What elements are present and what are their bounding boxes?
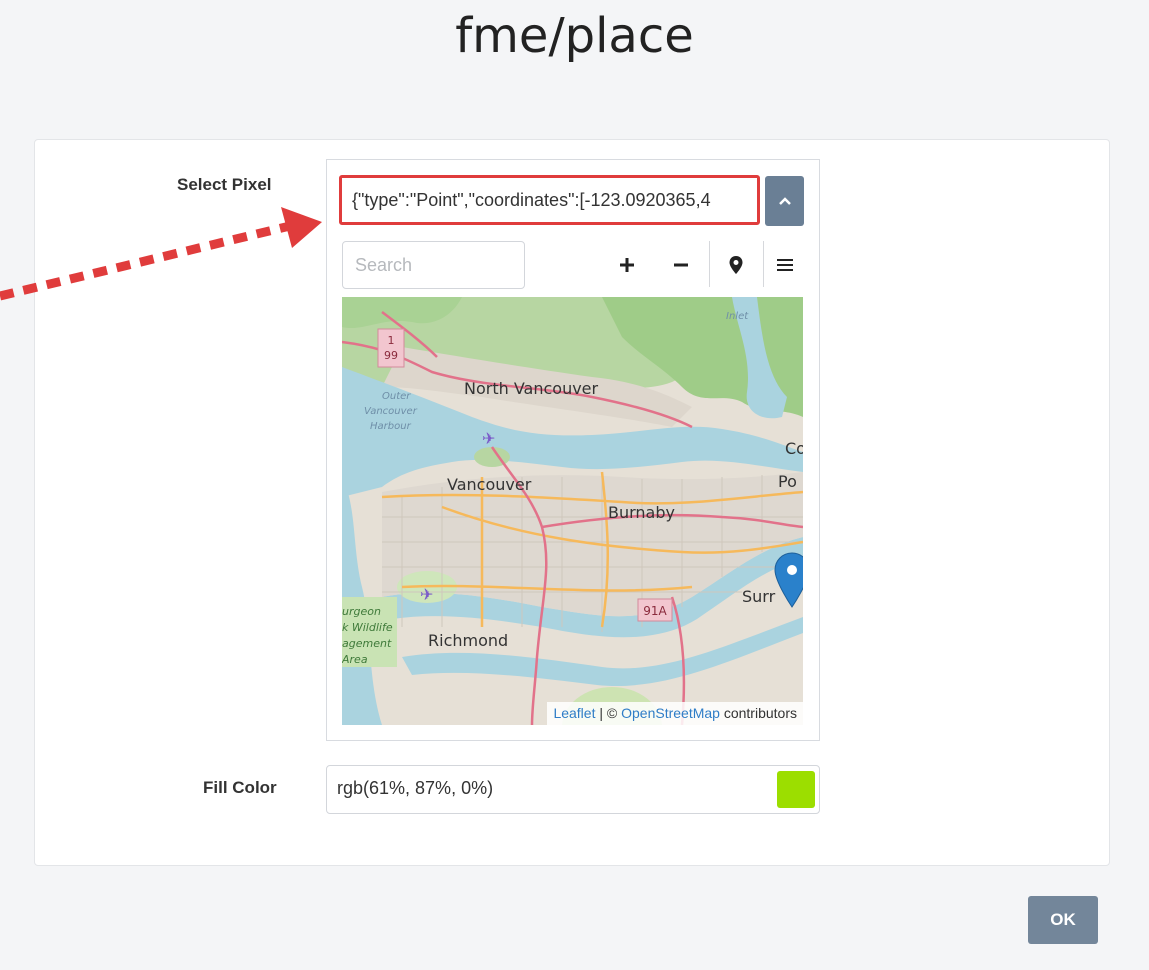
toolbar-divider — [709, 241, 710, 287]
leaflet-link[interactable]: Leaflet — [553, 705, 595, 721]
map-label: North Vancouver — [464, 379, 599, 398]
fill-color-value: rgb(61%, 87%, 0%) — [337, 778, 494, 798]
attribution-contributors: contributors — [719, 705, 797, 721]
zoom-out-button[interactable] — [665, 243, 697, 287]
map-label: Co — [785, 439, 803, 458]
highway-shield-text: 91A — [643, 604, 667, 618]
map-label: urgeon — [342, 605, 381, 618]
map-canvas: ✈ ✈ 1 99 91A North Vancouver Vancouver B… — [342, 297, 803, 725]
select-pixel-label: Select Pixel — [177, 175, 272, 194]
fill-color-input[interactable]: rgb(61%, 87%, 0%) — [326, 765, 820, 814]
map-label: Harbour — [370, 421, 412, 432]
map-attribution: Leaflet | © OpenStreetMap contributors — [547, 702, 803, 725]
airplane-icon: ✈ — [482, 429, 495, 448]
place-point-button[interactable] — [720, 243, 752, 287]
collapse-button[interactable] — [765, 176, 804, 226]
map-label: agement — [342, 637, 392, 650]
attribution-separator: | © — [595, 705, 622, 721]
plus-icon — [620, 258, 634, 272]
map-label: Outer — [382, 391, 411, 402]
highway-shield-text: 99 — [384, 349, 398, 362]
fill-color-label: Fill Color — [203, 778, 277, 797]
map-label: k Wildlife — [342, 621, 393, 634]
minus-icon — [674, 263, 688, 267]
osm-link[interactable]: OpenStreetMap — [621, 705, 720, 721]
map-label: Area — [342, 653, 368, 666]
map-label: Richmond — [428, 631, 508, 650]
zoom-in-button[interactable] — [611, 243, 643, 287]
map-label: Po — [778, 472, 797, 491]
airplane-icon: ✈ — [420, 585, 433, 604]
map-label: Inlet — [726, 311, 749, 322]
map-label: Vancouver — [447, 475, 532, 494]
toolbar-divider — [763, 241, 764, 287]
map-label: Vancouver — [364, 406, 418, 417]
ok-button[interactable]: OK — [1028, 896, 1098, 944]
map-view[interactable]: ✈ ✈ 1 99 91A North Vancouver Vancouver B… — [342, 297, 803, 725]
chevron-up-icon — [778, 197, 791, 205]
geometry-input[interactable] — [339, 175, 760, 225]
map-search-input[interactable] — [342, 241, 525, 289]
map-label: Burnaby — [608, 503, 675, 522]
page-title: fme/place — [455, 8, 694, 64]
map-menu-button[interactable] — [770, 243, 800, 287]
hamburger-menu-icon — [777, 259, 793, 271]
highway-shield-text: 1 — [388, 334, 395, 347]
fill-color-swatch[interactable] — [777, 771, 815, 808]
map-pin-icon — [729, 256, 743, 274]
map-label: Surr — [742, 587, 776, 606]
